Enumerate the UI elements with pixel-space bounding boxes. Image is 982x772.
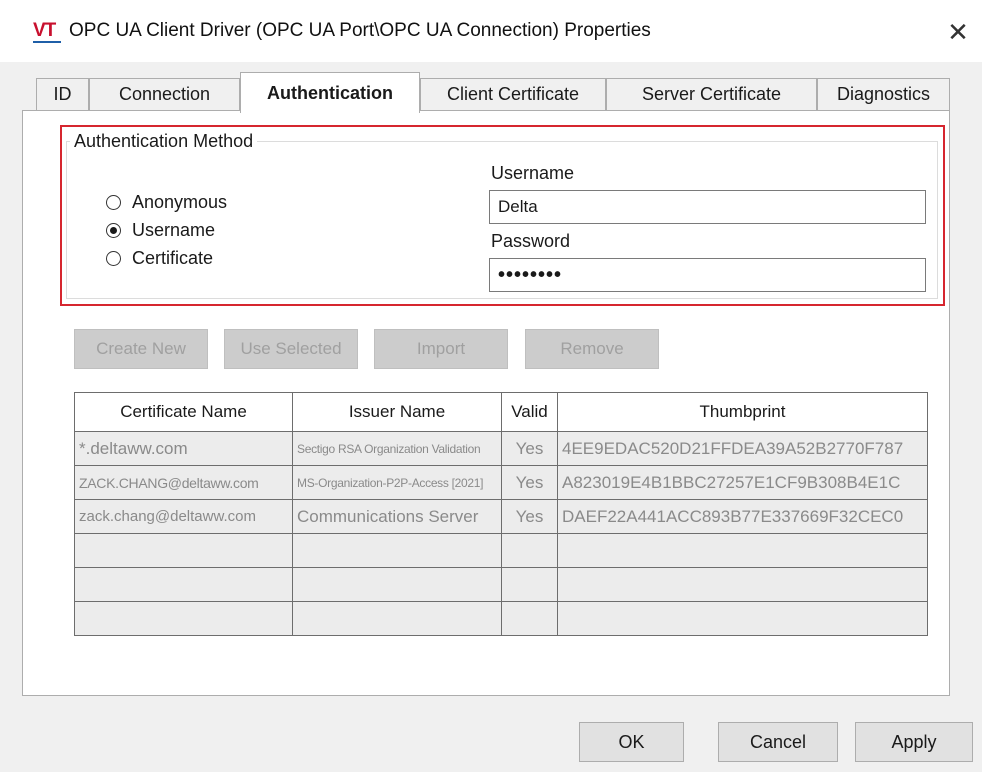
- cell-valid: [501, 601, 558, 636]
- cell-certificate-name: [74, 533, 293, 568]
- table-row[interactable]: zack.chang@deltaww.com Communications Se…: [74, 499, 928, 534]
- apply-button[interactable]: Apply: [855, 722, 973, 762]
- cell-thumbprint: 4EE9EDAC520D21FFDEA39A52B2770F787: [557, 431, 928, 466]
- close-icon: ✕: [947, 16, 969, 47]
- radio-label: Anonymous: [132, 191, 228, 212]
- table-header-row: Certificate Name Issuer Name Valid Thumb…: [74, 392, 928, 432]
- column-header-issuer-name[interactable]: Issuer Name: [292, 392, 502, 432]
- cell-valid: Yes: [501, 465, 558, 500]
- table-row[interactable]: [74, 533, 928, 568]
- password-input[interactable]: ••••••••: [489, 258, 926, 292]
- password-label: Password: [491, 231, 571, 251]
- cell-valid: [501, 567, 558, 602]
- radio-certificate[interactable]: Certificate: [106, 245, 213, 271]
- radio-label: Username: [132, 219, 216, 240]
- cell-issuer-name: Communications Server: [292, 499, 502, 534]
- cancel-button[interactable]: Cancel: [718, 722, 838, 762]
- app-logo-icon: VT: [33, 20, 63, 44]
- tab-authentication[interactable]: Authentication: [240, 72, 420, 113]
- remove-button[interactable]: Remove: [525, 329, 659, 369]
- cell-certificate-name: ZACK.CHANG@deltaww.com: [74, 465, 293, 500]
- create-new-button[interactable]: Create New: [74, 329, 208, 369]
- tab-label: Diagnostics: [836, 84, 931, 104]
- column-header-certificate-name[interactable]: Certificate Name: [74, 392, 293, 432]
- cell-thumbprint: A823019E4B1BBC27257E1CF9B308B4E1C: [557, 465, 928, 500]
- cell-thumbprint: [557, 567, 928, 602]
- window-title: OPC UA Client Driver (OPC UA Port\OPC UA…: [69, 20, 651, 41]
- close-button[interactable]: ✕: [940, 14, 976, 50]
- cell-thumbprint: [557, 601, 928, 636]
- radio-username[interactable]: Username: [106, 217, 215, 243]
- tab-label: Authentication: [267, 82, 393, 103]
- cell-issuer-name: MS-Organization-P2P-Access [2021]: [292, 465, 502, 500]
- cell-thumbprint: DAEF22A441ACC893B77E337669F32CEC0: [557, 499, 928, 534]
- cell-issuer-name: [292, 567, 502, 602]
- cell-certificate-name: *.deltaww.com: [74, 431, 293, 466]
- use-selected-button[interactable]: Use Selected: [224, 329, 358, 369]
- cell-certificate-name: [74, 567, 293, 602]
- table-row[interactable]: ZACK.CHANG@deltaww.com MS-Organization-P…: [74, 465, 928, 500]
- table-row[interactable]: [74, 567, 928, 602]
- table-row[interactable]: *.deltaww.com Sectigo RSA Organization V…: [74, 431, 928, 466]
- certificate-table: Certificate Name Issuer Name Valid Thumb…: [74, 392, 928, 636]
- cell-issuer-name: Sectigo RSA Organization Validation: [292, 431, 502, 466]
- cell-issuer-name: [292, 601, 502, 636]
- column-header-thumbprint[interactable]: Thumbprint: [557, 392, 928, 432]
- cell-valid: Yes: [501, 499, 558, 534]
- username-label: Username: [491, 163, 575, 183]
- authentication-method-title: Authentication Method: [70, 131, 258, 152]
- username-input[interactable]: Delta: [489, 190, 926, 224]
- radio-unchecked-icon: [106, 194, 121, 210]
- tab-label: Connection: [118, 84, 211, 104]
- cell-valid: Yes: [501, 431, 558, 466]
- ok-button[interactable]: OK: [579, 722, 684, 762]
- tab-diagnostics[interactable]: Diagnostics: [817, 78, 950, 110]
- radio-label: Certificate: [132, 247, 214, 268]
- column-header-valid[interactable]: Valid: [501, 392, 558, 432]
- cell-issuer-name: [292, 533, 502, 568]
- tab-label: Server Certificate: [641, 84, 782, 104]
- tab-client-certificate[interactable]: Client Certificate: [420, 78, 606, 110]
- tab-server-certificate[interactable]: Server Certificate: [606, 78, 817, 110]
- cell-valid: [501, 533, 558, 568]
- app-logo-text: VT: [33, 20, 56, 41]
- cell-certificate-name: [74, 601, 293, 636]
- tab-label: ID: [53, 84, 72, 104]
- radio-unchecked-icon: [106, 250, 121, 266]
- radio-checked-icon: [106, 222, 121, 238]
- tab-label: Client Certificate: [446, 84, 580, 104]
- cell-certificate-name: zack.chang@deltaww.com: [74, 499, 293, 534]
- tab-id[interactable]: ID: [36, 78, 89, 110]
- radio-anonymous[interactable]: Anonymous: [106, 189, 227, 215]
- import-button[interactable]: Import: [374, 329, 508, 369]
- tab-connection[interactable]: Connection: [89, 78, 240, 110]
- cell-thumbprint: [557, 533, 928, 568]
- table-row[interactable]: [74, 601, 928, 636]
